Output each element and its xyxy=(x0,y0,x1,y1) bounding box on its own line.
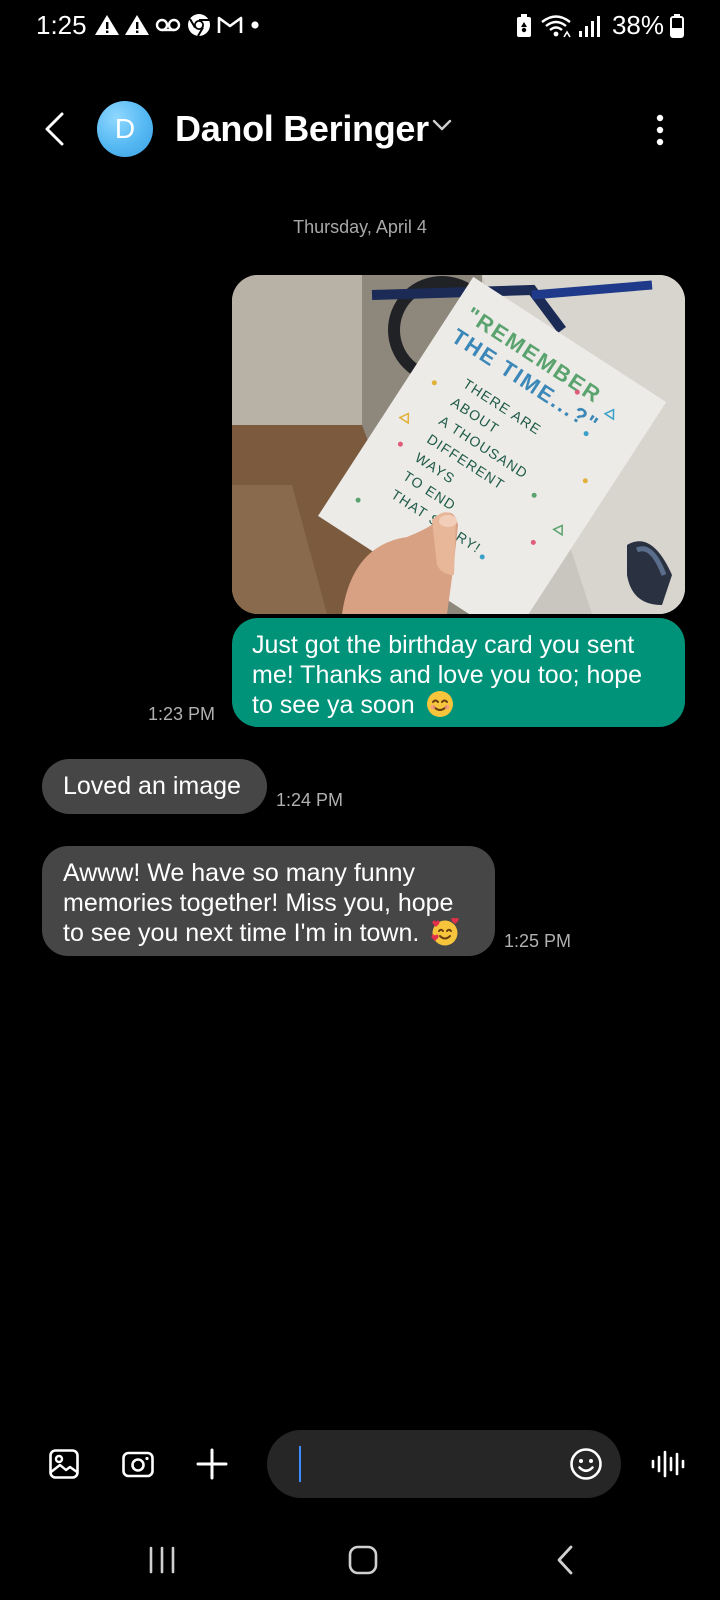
outgoing-message[interactable]: Just got the birthday card you sent me! … xyxy=(232,618,685,727)
camera-icon xyxy=(122,1451,154,1478)
message-text: Loved an image xyxy=(63,772,241,800)
dot-icon xyxy=(251,21,259,29)
image-attachment[interactable]: "REMEMBER THE TIME...?" THERE ARE ABOUT … xyxy=(232,275,685,614)
recent-apps-button[interactable] xyxy=(132,1536,192,1584)
home-icon xyxy=(348,1545,378,1575)
incoming-message[interactable]: Loved an image xyxy=(42,759,267,814)
navigation-bar xyxy=(0,1530,720,1590)
warning-icon xyxy=(125,15,149,35)
add-attachment-button[interactable] xyxy=(190,1442,234,1486)
chevron-left-icon xyxy=(45,112,64,146)
avatar-initial: D xyxy=(114,113,136,144)
warning-icon xyxy=(95,15,119,35)
camera-button[interactable] xyxy=(116,1442,160,1486)
chevron-down-icon[interactable] xyxy=(432,118,452,132)
voicemail-icon xyxy=(155,18,181,32)
message-timestamp: 1:23 PM xyxy=(148,704,216,724)
message-timestamp: 1:24 PM xyxy=(276,790,344,810)
battery-percent: 38% xyxy=(611,10,664,40)
status-time: 1:25 xyxy=(36,10,87,40)
back-button[interactable] xyxy=(36,108,72,150)
date-divider: Thursday, April 4 xyxy=(293,217,427,237)
message-text: Awww! We have so many funny memories tog… xyxy=(63,859,454,947)
status-bar: 1:25 38% xyxy=(0,0,720,56)
conversation-header: D Danol Beringer xyxy=(0,90,720,168)
signal-icon xyxy=(578,15,600,37)
gallery-button[interactable] xyxy=(42,1442,86,1486)
battery-saver-icon xyxy=(516,13,531,37)
message-composer xyxy=(0,1428,720,1500)
photo-birthday-card: "REMEMBER THE TIME...?" THERE ARE ABOUT … xyxy=(232,275,685,614)
text-cursor xyxy=(299,1446,301,1482)
plus-icon xyxy=(196,1448,228,1480)
system-icons: 38% xyxy=(514,10,684,41)
contact-name[interactable]: Danol Beringer xyxy=(175,108,429,150)
avatar[interactable]: D xyxy=(97,101,153,157)
nav-back-button[interactable] xyxy=(535,1536,595,1584)
voice-message-button[interactable] xyxy=(646,1442,690,1486)
more-vertical-icon xyxy=(656,114,664,146)
message-input[interactable] xyxy=(297,1444,547,1484)
smiling-face-with-hearts-icon xyxy=(431,918,459,946)
wifi-icon xyxy=(541,14,571,37)
message-input-container[interactable] xyxy=(267,1430,621,1498)
emoji-button[interactable] xyxy=(565,1443,607,1485)
home-button[interactable] xyxy=(333,1536,393,1584)
incoming-message[interactable]: Awww! We have so many funny memories tog… xyxy=(42,846,495,956)
more-options-button[interactable] xyxy=(640,110,680,150)
chrome-icon xyxy=(188,14,210,37)
recent-apps-icon xyxy=(149,1546,175,1574)
emoji-icon xyxy=(570,1448,602,1480)
gmail-icon xyxy=(217,16,243,33)
message-timestamp: 1:25 PM xyxy=(504,931,572,951)
messages-screen: 1:25 38% D Danol Beringer Thursday, Apri… xyxy=(0,0,720,1600)
voice-waveform-icon xyxy=(651,1450,685,1478)
back-icon xyxy=(557,1545,573,1575)
battery-icon xyxy=(670,13,684,38)
notification-icons xyxy=(94,12,262,38)
gallery-icon xyxy=(49,1449,79,1479)
smiling-face-icon xyxy=(426,691,453,718)
